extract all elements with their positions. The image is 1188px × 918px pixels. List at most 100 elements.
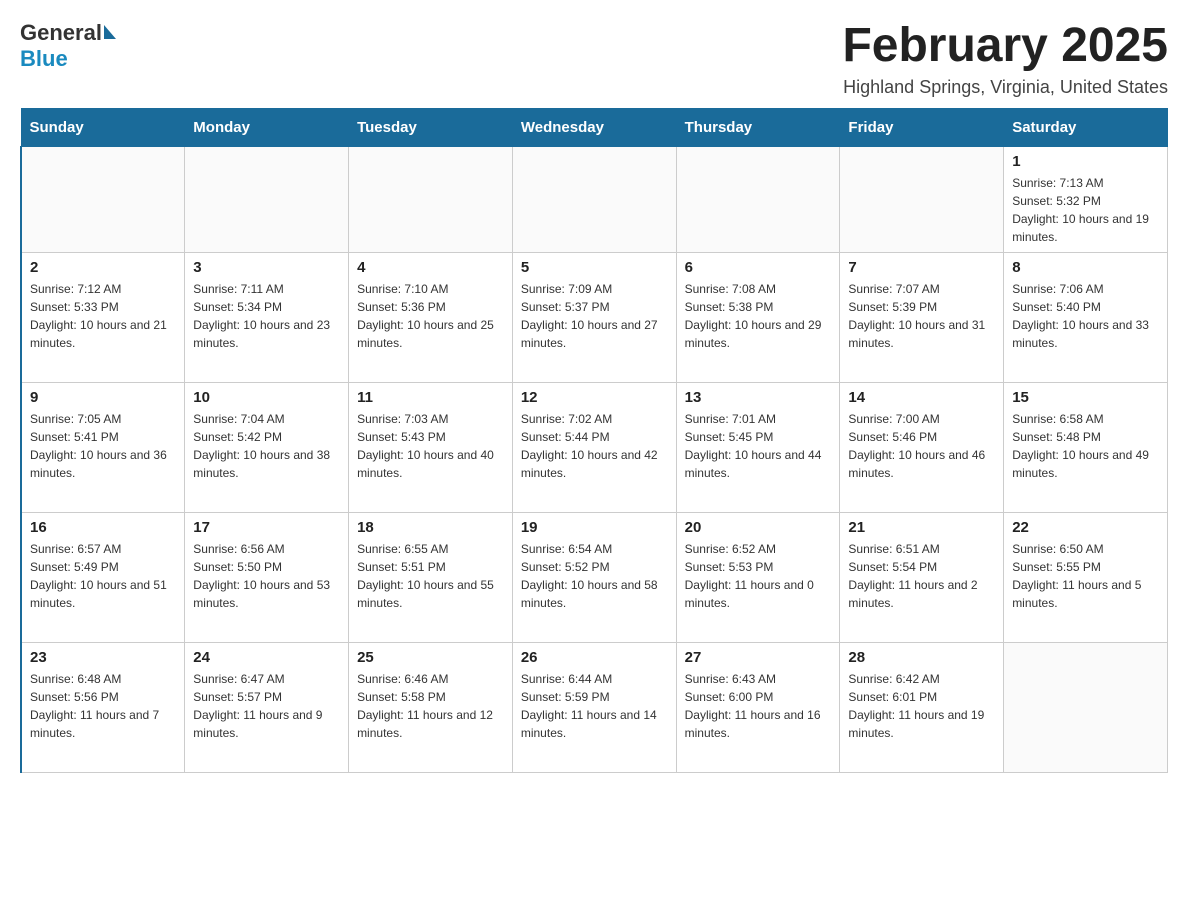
calendar-cell: 22 Sunrise: 6:50 AMSunset: 5:55 PMDayligh…: [1004, 512, 1168, 642]
day-number: 6: [685, 259, 832, 276]
day-info: Sunrise: 6:58 AMSunset: 5:48 PMDaylight:…: [1012, 410, 1159, 482]
day-number: 8: [1012, 259, 1159, 276]
page-header: General Blue February 2025 Highland Spri…: [20, 20, 1168, 98]
header-wednesday: Wednesday: [512, 108, 676, 146]
day-number: 12: [521, 389, 668, 406]
calendar-cell: [349, 146, 513, 252]
calendar-cell: 11 Sunrise: 7:03 AMSunset: 5:43 PMDayligh…: [349, 382, 513, 512]
week-row-3: 16 Sunrise: 6:57 AMSunset: 5:49 PMDayligh…: [21, 512, 1168, 642]
day-number: 23: [30, 649, 176, 666]
calendar-cell: 9Sunrise: 7:05 AMSunset: 5:41 PMDaylight…: [21, 382, 185, 512]
day-info: Sunrise: 6:44 AMSunset: 5:59 PMDaylight:…: [521, 670, 668, 742]
day-info: Sunrise: 7:07 AMSunset: 5:39 PMDaylight:…: [848, 280, 995, 352]
day-number: 2: [30, 259, 176, 276]
week-row-1: 2 Sunrise: 7:12 AMSunset: 5:33 PMDaylight…: [21, 252, 1168, 382]
calendar-cell: 16 Sunrise: 6:57 AMSunset: 5:49 PMDayligh…: [21, 512, 185, 642]
calendar-cell: 13 Sunrise: 7:01 AMSunset: 5:45 PMDayligh…: [676, 382, 840, 512]
calendar-cell: [676, 146, 840, 252]
day-info: Sunrise: 6:48 AMSunset: 5:56 PMDaylight:…: [30, 670, 176, 742]
calendar-cell: [512, 146, 676, 252]
day-info: Sunrise: 6:47 AMSunset: 5:57 PMDaylight:…: [193, 670, 340, 742]
calendar-cell: 21Sunrise: 6:51 AMSunset: 5:54 PMDayligh…: [840, 512, 1004, 642]
day-info: Sunrise: 7:11 AMSunset: 5:34 PMDaylight:…: [193, 280, 340, 352]
calendar-cell: 19 Sunrise: 6:54 AMSunset: 5:52 PMDayligh…: [512, 512, 676, 642]
calendar-cell: 10 Sunrise: 7:04 AMSunset: 5:42 PMDayligh…: [185, 382, 349, 512]
day-info: Sunrise: 7:10 AMSunset: 5:36 PMDaylight:…: [357, 280, 504, 352]
day-number: 7: [848, 259, 995, 276]
calendar-cell: 24Sunrise: 6:47 AMSunset: 5:57 PMDayligh…: [185, 642, 349, 772]
calendar-cell: 26 Sunrise: 6:44 AMSunset: 5:59 PMDayligh…: [512, 642, 676, 772]
header-friday: Friday: [840, 108, 1004, 146]
calendar-cell: [185, 146, 349, 252]
day-info: Sunrise: 7:05 AMSunset: 5:41 PMDaylight:…: [30, 410, 176, 482]
day-number: 5: [521, 259, 668, 276]
calendar-cell: 2 Sunrise: 7:12 AMSunset: 5:33 PMDaylight…: [21, 252, 185, 382]
day-number: 26: [521, 649, 668, 666]
calendar-title: February 2025: [842, 20, 1168, 73]
day-number: 17: [193, 519, 340, 536]
header-sunday: Sunday: [21, 108, 185, 146]
calendar-table: SundayMondayTuesdayWednesdayThursdayFrid…: [20, 108, 1168, 773]
calendar-cell: 27 Sunrise: 6:43 AMSunset: 6:00 PMDayligh…: [676, 642, 840, 772]
header-saturday: Saturday: [1004, 108, 1168, 146]
day-info: Sunrise: 7:01 AMSunset: 5:45 PMDaylight:…: [685, 410, 832, 482]
calendar-cell: 1 Sunrise: 7:13 AMSunset: 5:32 PMDaylight…: [1004, 146, 1168, 252]
calendar-cell: 3 Sunrise: 7:11 AMSunset: 5:34 PMDaylight…: [185, 252, 349, 382]
day-number: 27: [685, 649, 832, 666]
day-number: 22: [1012, 519, 1159, 536]
calendar-cell: 23 Sunrise: 6:48 AMSunset: 5:56 PMDayligh…: [21, 642, 185, 772]
calendar-cell: 4 Sunrise: 7:10 AMSunset: 5:36 PMDaylight…: [349, 252, 513, 382]
day-info: Sunrise: 7:06 AMSunset: 5:40 PMDaylight:…: [1012, 280, 1159, 352]
day-info: Sunrise: 6:43 AMSunset: 6:00 PMDaylight:…: [685, 670, 832, 742]
day-number: 4: [357, 259, 504, 276]
calendar-header-row: SundayMondayTuesdayWednesdayThursdayFrid…: [21, 108, 1168, 146]
day-number: 20: [685, 519, 832, 536]
day-info: Sunrise: 6:50 AMSunset: 5:55 PMDaylight:…: [1012, 540, 1159, 612]
week-row-2: 9Sunrise: 7:05 AMSunset: 5:41 PMDaylight…: [21, 382, 1168, 512]
day-info: Sunrise: 6:57 AMSunset: 5:49 PMDaylight:…: [30, 540, 176, 612]
header-tuesday: Tuesday: [349, 108, 513, 146]
day-number: 13: [685, 389, 832, 406]
calendar-cell: 20Sunrise: 6:52 AMSunset: 5:53 PMDayligh…: [676, 512, 840, 642]
day-number: 1: [1012, 153, 1159, 170]
day-info: Sunrise: 7:13 AMSunset: 5:32 PMDaylight:…: [1012, 174, 1159, 246]
day-number: 15: [1012, 389, 1159, 406]
day-info: Sunrise: 6:56 AMSunset: 5:50 PMDaylight:…: [193, 540, 340, 612]
calendar-cell: 5 Sunrise: 7:09 AMSunset: 5:37 PMDaylight…: [512, 252, 676, 382]
calendar-cell: 8 Sunrise: 7:06 AMSunset: 5:40 PMDaylight…: [1004, 252, 1168, 382]
week-row-4: 23 Sunrise: 6:48 AMSunset: 5:56 PMDayligh…: [21, 642, 1168, 772]
logo: General Blue: [20, 20, 116, 72]
logo-text-blue: Blue: [20, 46, 68, 71]
week-row-0: 1 Sunrise: 7:13 AMSunset: 5:32 PMDaylight…: [21, 146, 1168, 252]
calendar-cell: 17 Sunrise: 6:56 AMSunset: 5:50 PMDayligh…: [185, 512, 349, 642]
calendar-cell: 7 Sunrise: 7:07 AMSunset: 5:39 PMDaylight…: [840, 252, 1004, 382]
day-info: Sunrise: 6:42 AMSunset: 6:01 PMDaylight:…: [848, 670, 995, 742]
day-info: Sunrise: 7:12 AMSunset: 5:33 PMDaylight:…: [30, 280, 176, 352]
header-monday: Monday: [185, 108, 349, 146]
calendar-cell: 25Sunrise: 6:46 AMSunset: 5:58 PMDayligh…: [349, 642, 513, 772]
day-number: 14: [848, 389, 995, 406]
day-info: Sunrise: 7:08 AMSunset: 5:38 PMDaylight:…: [685, 280, 832, 352]
calendar-cell: 28 Sunrise: 6:42 AMSunset: 6:01 PMDayligh…: [840, 642, 1004, 772]
day-number: 18: [357, 519, 504, 536]
day-info: Sunrise: 6:46 AMSunset: 5:58 PMDaylight:…: [357, 670, 504, 742]
day-info: Sunrise: 6:54 AMSunset: 5:52 PMDaylight:…: [521, 540, 668, 612]
day-number: 10: [193, 389, 340, 406]
calendar-cell: 18Sunrise: 6:55 AMSunset: 5:51 PMDayligh…: [349, 512, 513, 642]
day-number: 16: [30, 519, 176, 536]
header-thursday: Thursday: [676, 108, 840, 146]
calendar-cell: [1004, 642, 1168, 772]
day-info: Sunrise: 7:04 AMSunset: 5:42 PMDaylight:…: [193, 410, 340, 482]
day-number: 11: [357, 389, 504, 406]
day-info: Sunrise: 7:02 AMSunset: 5:44 PMDaylight:…: [521, 410, 668, 482]
calendar-cell: 6 Sunrise: 7:08 AMSunset: 5:38 PMDaylight…: [676, 252, 840, 382]
day-number: 3: [193, 259, 340, 276]
calendar-cell: 12 Sunrise: 7:02 AMSunset: 5:44 PMDayligh…: [512, 382, 676, 512]
calendar-subtitle: Highland Springs, Virginia, United State…: [842, 77, 1168, 98]
day-info: Sunrise: 7:09 AMSunset: 5:37 PMDaylight:…: [521, 280, 668, 352]
day-info: Sunrise: 7:03 AMSunset: 5:43 PMDaylight:…: [357, 410, 504, 482]
day-number: 19: [521, 519, 668, 536]
day-info: Sunrise: 7:00 AMSunset: 5:46 PMDaylight:…: [848, 410, 995, 482]
day-info: Sunrise: 6:51 AMSunset: 5:54 PMDaylight:…: [848, 540, 995, 612]
day-number: 28: [848, 649, 995, 666]
